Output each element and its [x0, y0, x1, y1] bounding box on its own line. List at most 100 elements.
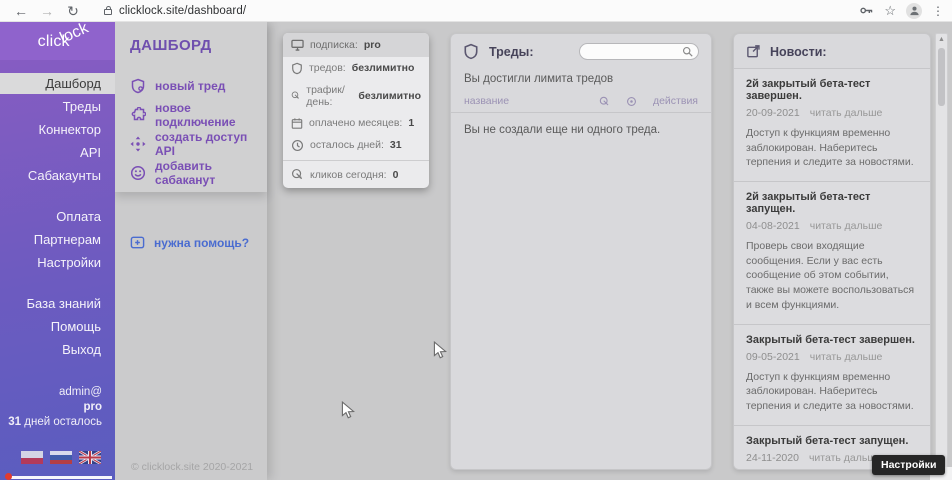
threads-limit-message: Вы достигли лимита тредов — [451, 67, 711, 93]
click-icon — [291, 168, 304, 181]
target-column-icon — [626, 96, 637, 107]
news-title: Новости: — [770, 45, 827, 59]
news-item-title: Закрытый бета-тест запущен. — [746, 435, 918, 447]
browser-toolbar-right: ☆ ⋮ — [859, 3, 944, 19]
shield-icon — [463, 43, 479, 60]
news-item-body: Доступ к функциям временно заблокирован.… — [746, 370, 918, 414]
subscription-label: подписка: — [310, 39, 358, 51]
person-icon — [909, 5, 920, 16]
flag-poland-icon[interactable] — [21, 451, 43, 464]
news-header: Новости: — [734, 34, 930, 68]
flag-uk-icon[interactable] — [79, 451, 101, 464]
action-new-thread[interactable]: новый тред — [130, 71, 267, 100]
url-text[interactable]: clicklock.site/dashboard/ — [119, 5, 246, 17]
click-icon — [291, 89, 300, 102]
threads-empty-message: Вы не создали еще ни одного треда. — [451, 113, 711, 147]
flag-russia-icon[interactable] — [50, 451, 72, 464]
sidebar-item-api[interactable]: API — [0, 142, 115, 163]
sidebar-item-threads[interactable]: Треды — [0, 96, 115, 117]
help-link[interactable]: нужна помощь? — [130, 235, 267, 250]
user-email: admin@ — [8, 385, 102, 400]
news-item-title: Закрытый бета-тест завершен. — [746, 334, 918, 346]
news-item-date: 04-08-2021 — [746, 220, 800, 232]
news-item-body: Проверь свои входящие сообщения. Если у … — [746, 239, 918, 312]
sidebar-item-logout[interactable]: Выход — [0, 339, 115, 360]
news-panel: Новости: 2й закрытый бета-тест завершен.… — [733, 33, 931, 470]
subscription-row-months: оплачено месяцев: 1 — [283, 112, 429, 134]
action-label: новое подключение — [155, 101, 267, 129]
read-more-link[interactable]: читать дальше — [810, 351, 883, 363]
mouse-cursor — [433, 341, 447, 360]
sidebar-item-subaccounts[interactable]: Сабакаунты — [0, 165, 115, 186]
page-scrollbar[interactable]: ▲ ▼ — [935, 33, 948, 472]
user-days-left: 31 дней осталось — [8, 415, 102, 430]
subscription-plan-value: pro — [364, 39, 381, 51]
dashboard-actions-column: ДАШБОРД новый тред новое подключение соз… — [115, 22, 267, 480]
settings-button[interactable]: Настройки — [872, 455, 945, 475]
screen: ← → ↻ clicklock.site/dashboard/ ☆ ⋮ clic… — [0, 0, 952, 480]
threads-header: Треды: — [451, 34, 711, 67]
scrollbar-thumb[interactable] — [938, 48, 945, 106]
news-item: Закрытый бета-тест завершен. 09-05-2021 ч… — [734, 324, 930, 425]
news-item-body: Доступ к функциям временно заблокирован.… — [746, 126, 918, 170]
news-item-date: 24-11-2020 — [746, 452, 799, 464]
threads-panel: Треды: Вы достигли лимита тредов названи… — [450, 33, 712, 470]
read-more-link[interactable]: читать дальше — [809, 452, 882, 464]
video-progress-bar[interactable] — [10, 476, 112, 479]
action-label: новый тред — [155, 79, 225, 93]
click-column-icon — [599, 96, 610, 107]
sidebar-item-knowledge-base[interactable]: База знаний — [0, 293, 115, 314]
threads-search — [579, 43, 699, 60]
threads-search-input[interactable] — [585, 46, 682, 57]
read-more-link[interactable]: читать дальше — [810, 107, 883, 119]
sidebar: clicklock Дашборд Треды Коннектор API Са… — [0, 22, 115, 480]
action-label: создать доступ API — [155, 130, 267, 158]
read-more-link[interactable]: читать дальше — [810, 220, 883, 232]
days-value: 31 — [8, 416, 21, 428]
threads-title: Треды: — [489, 45, 534, 59]
shield-plus-icon — [130, 78, 146, 94]
sidebar-nav: Дашборд Треды Коннектор API Сабакаунты О… — [0, 73, 115, 360]
logo[interactable]: clicklock — [0, 22, 115, 60]
action-create-api-access[interactable]: создать доступ API — [130, 129, 267, 158]
sidebar-item-payment[interactable]: Оплата — [0, 206, 115, 227]
sidebar-item-partners[interactable]: Партнерам — [0, 229, 115, 250]
search-icon[interactable] — [682, 46, 693, 57]
sidebar-item-dashboard[interactable]: Дашборд — [0, 73, 115, 94]
back-arrow-icon[interactable]: ← — [8, 1, 34, 21]
browser-chrome: ← → ↻ clicklock.site/dashboard/ ☆ ⋮ — [0, 0, 952, 22]
sidebar-item-connector[interactable]: Коннектор — [0, 119, 115, 140]
subscription-header: подписка: pro — [283, 33, 429, 57]
video-playhead-dot[interactable] — [5, 473, 12, 480]
help-label: нужна помощь? — [154, 236, 249, 250]
sidebar-item-settings[interactable]: Настройки — [0, 252, 115, 273]
uk-flag-graphic — [79, 451, 101, 464]
forward-arrow-icon[interactable]: → — [34, 1, 60, 21]
subscription-row-clicks-today: кликов сегодня: 0 — [283, 160, 429, 188]
subscription-row-traffic: трафик/день: безлимитно — [283, 79, 429, 112]
scroll-up-icon[interactable]: ▲ — [936, 36, 947, 43]
days-label: дней осталось — [24, 416, 102, 428]
bookmark-star-icon[interactable]: ☆ — [884, 4, 896, 18]
monitor-icon — [291, 39, 304, 51]
action-add-subaccount[interactable]: добавить сабаканут — [130, 158, 267, 187]
action-label: добавить сабаканут — [155, 159, 267, 187]
profile-avatar[interactable] — [906, 3, 922, 19]
copyright: © clicklock.site 2020-2021 — [131, 461, 253, 473]
mouse-cursor — [341, 401, 355, 420]
key-icon[interactable] — [859, 3, 874, 18]
lock-icon — [104, 9, 112, 15]
kebab-menu-icon[interactable]: ⋮ — [932, 4, 944, 18]
reload-icon[interactable]: ↻ — [60, 1, 86, 21]
external-link-icon — [746, 44, 761, 59]
news-item-date: 20-09-2021 — [746, 107, 800, 119]
threads-table-header: название действия — [451, 93, 711, 113]
news-item-date: 09-05-2021 — [746, 351, 800, 363]
clock-icon — [291, 139, 304, 152]
url-bar[interactable]: clicklock.site/dashboard/ — [104, 5, 246, 17]
shield-icon — [291, 62, 303, 75]
news-item: 2й закрытый бета-тест завершен. 20-09-20… — [734, 68, 930, 181]
action-new-connection[interactable]: новое подключение — [130, 100, 267, 129]
sidebar-item-help[interactable]: Помощь — [0, 316, 115, 337]
page-title: ДАШБОРД — [130, 37, 267, 54]
